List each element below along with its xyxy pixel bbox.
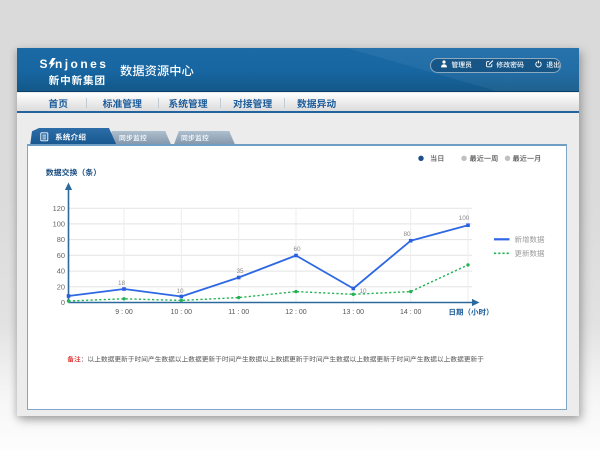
svg-text:10: 10 — [360, 288, 368, 295]
svg-text:100: 100 — [53, 220, 65, 229]
svg-text:60: 60 — [293, 246, 301, 253]
svg-text:11 : 00: 11 : 00 — [228, 309, 249, 316]
svg-text:10 : 00: 10 : 00 — [171, 309, 193, 316]
svg-text:0: 0 — [61, 298, 65, 307]
svg-text:20: 20 — [57, 282, 65, 291]
svg-text:80: 80 — [403, 231, 411, 238]
svg-text:40: 40 — [57, 267, 65, 276]
svg-text:14 : 00: 14 : 00 — [400, 309, 422, 316]
svg-text:13 : 00: 13 : 00 — [343, 309, 365, 316]
svg-text:100: 100 — [459, 215, 470, 222]
svg-text:10: 10 — [176, 288, 184, 295]
svg-text:18: 18 — [118, 280, 126, 287]
svg-text:9 : 00: 9 : 00 — [115, 309, 133, 316]
svg-text:120: 120 — [53, 204, 65, 213]
svg-text:80: 80 — [57, 235, 65, 244]
svg-text:60: 60 — [57, 251, 65, 260]
svg-text:35: 35 — [236, 268, 244, 275]
svg-text:12 : 00: 12 : 00 — [285, 309, 307, 316]
